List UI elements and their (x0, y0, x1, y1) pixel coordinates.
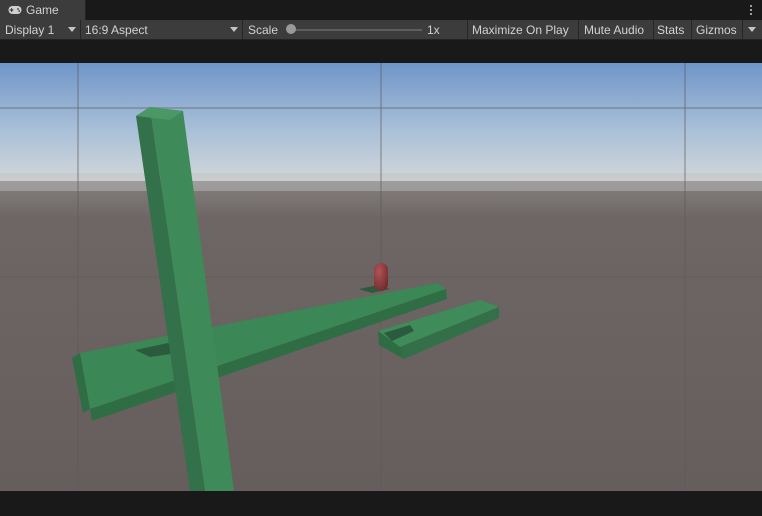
maximize-on-play-toggle[interactable]: Maximize On Play (468, 20, 578, 39)
scale-slider-track[interactable] (292, 29, 422, 31)
gamepad-icon (8, 6, 22, 14)
chevron-down-icon (230, 27, 238, 32)
stats-toggle[interactable]: Stats (654, 20, 691, 39)
tab-bar: Game (0, 0, 762, 20)
gizmos-label: Gizmos (696, 22, 737, 37)
stats-label: Stats (657, 22, 685, 37)
scale-value: 1x (427, 22, 440, 37)
tab-game[interactable]: Game (0, 0, 86, 20)
tab-title: Game (26, 3, 59, 17)
aspect-label: 16:9 Aspect (85, 22, 148, 37)
display-dropdown[interactable]: Display 1 (0, 20, 80, 39)
display-label: Display 1 (5, 22, 55, 37)
game-render (0, 63, 762, 491)
chevron-down-icon (68, 27, 76, 32)
player-capsule (374, 263, 388, 291)
mute-label: Mute Audio (584, 22, 645, 37)
aspect-dropdown[interactable]: 16:9 Aspect (81, 20, 242, 39)
game-toolbar: Display 1 16:9 Aspect Scale 1x Maximize … (0, 20, 762, 40)
game-viewport[interactable] (0, 63, 762, 491)
bottom-letterbox (0, 491, 762, 516)
scale-slider-handle[interactable] (286, 24, 296, 34)
more-options-icon[interactable] (748, 2, 754, 18)
maximize-label: Maximize On Play (472, 22, 569, 37)
toolbar-spacer (0, 40, 762, 63)
chevron-down-icon (748, 27, 756, 32)
gizmos-dropdown[interactable] (743, 20, 762, 39)
mute-audio-toggle[interactable]: Mute Audio (579, 20, 653, 39)
gizmos-toggle[interactable]: Gizmos (692, 20, 742, 39)
scale-label: Scale (248, 22, 279, 37)
